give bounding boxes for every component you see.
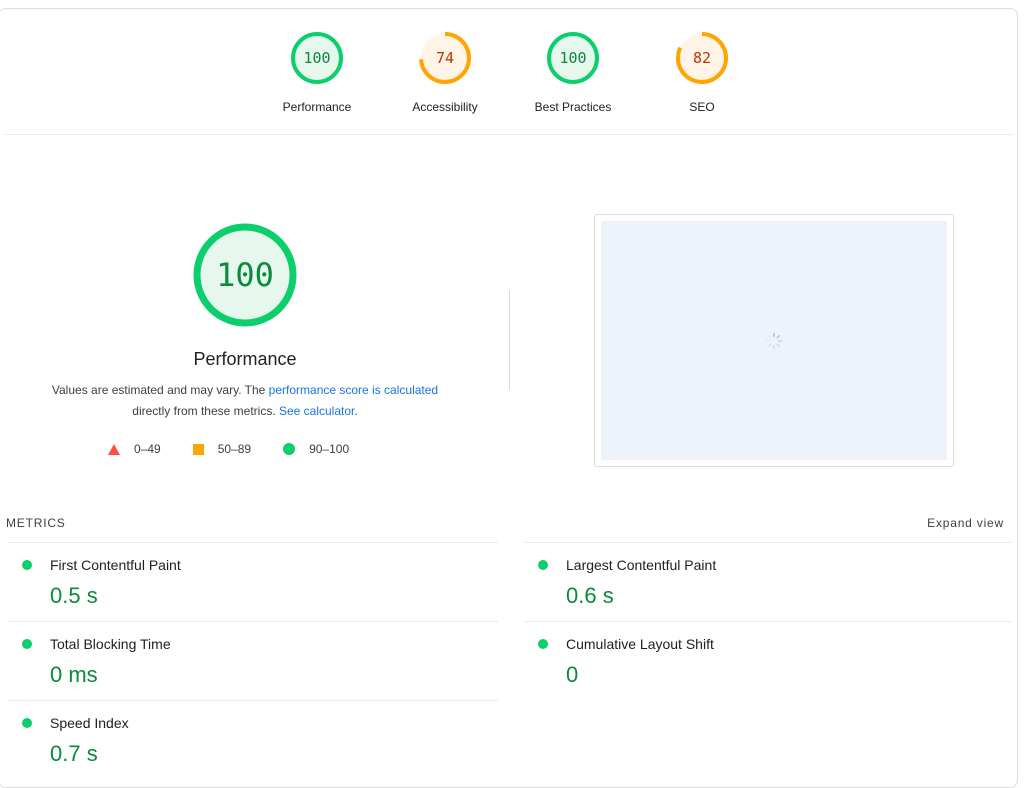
legend-average: 50–89	[192, 442, 252, 456]
performance-score-link[interactable]: performance score is calculated	[269, 383, 438, 397]
metric-title: Speed Index	[50, 715, 129, 731]
score-ring: 74	[419, 32, 471, 84]
gauge-label: SEO	[689, 100, 715, 114]
gauge-seo[interactable]: 82 SEO	[647, 30, 757, 114]
gauge-label: Best Practices	[534, 100, 612, 114]
score-ring: 82	[676, 32, 728, 84]
score-legend: 0–49 50–89 90–100	[108, 442, 381, 456]
legend-pass: 90–100	[283, 442, 349, 456]
spinner-icon	[765, 332, 783, 349]
metric-speed-index: Speed Index 0.7 s	[8, 700, 498, 779]
metric-title: Cumulative Layout Shift	[566, 636, 714, 652]
metric-value: 0.7 s	[50, 741, 98, 766]
screenshot-placeholder	[601, 221, 947, 460]
square-icon	[192, 443, 204, 455]
pass-circle-icon	[22, 560, 32, 570]
circle-icon	[283, 443, 296, 455]
performance-score-value: 100	[216, 256, 274, 294]
triangle-icon	[108, 443, 120, 455]
metric-largest-contentful-paint: Largest Contentful Paint 0.6 s	[524, 542, 1012, 621]
performance-score-gauge: 100	[193, 223, 297, 327]
category-gauges: 100 Performance 74 Accessibility 100 Bes…	[0, 30, 1024, 120]
metric-title: Largest Contentful Paint	[566, 557, 717, 573]
legend-range: 90–100	[309, 442, 350, 456]
score-ring: 100	[547, 32, 599, 84]
performance-description: Values are estimated and may vary. The p…	[0, 380, 490, 422]
pass-circle-icon	[22, 718, 32, 728]
svg-text:82: 82	[693, 49, 711, 67]
metrics-left-column: First Contentful Paint 0.5 s Total Block…	[8, 542, 498, 779]
pass-circle-icon	[22, 639, 32, 649]
divider	[5, 134, 1013, 135]
metric-value: 0	[566, 662, 579, 687]
gauge-label: Performance	[282, 100, 352, 114]
performance-summary: 100 Performance Values are estimated and…	[0, 220, 490, 422]
vertical-divider	[509, 290, 510, 390]
performance-title: Performance	[193, 349, 297, 369]
metric-title: First Contentful Paint	[50, 557, 181, 573]
svg-text:74: 74	[436, 49, 454, 67]
expand-view-toggle[interactable]: Expand view	[927, 516, 1004, 530]
pass-circle-icon	[538, 560, 548, 570]
svg-text:100: 100	[303, 49, 330, 67]
desc-text: .	[354, 404, 358, 418]
metric-first-contentful-paint: First Contentful Paint 0.5 s	[8, 542, 498, 621]
see-calculator-link[interactable]: See calculator	[279, 404, 354, 418]
metric-value: 0.6 s	[566, 583, 614, 608]
metric-total-blocking-time: Total Blocking Time 0 ms	[8, 621, 498, 700]
pass-circle-icon	[538, 639, 548, 649]
gauge-performance[interactable]: 100 Performance	[262, 30, 372, 114]
gauge-best-practices[interactable]: 100 Best Practices	[518, 30, 628, 114]
legend-range: 0–49	[134, 442, 161, 456]
svg-text:100: 100	[559, 49, 586, 67]
metrics-right-column: Largest Contentful Paint 0.6 s Cumulativ…	[524, 542, 1012, 700]
metric-title: Total Blocking Time	[50, 636, 171, 652]
desc-text: Values are estimated and may vary. The	[51, 383, 269, 397]
metric-value: 0 ms	[50, 662, 98, 687]
legend-fail: 0–49	[108, 442, 161, 456]
legend-range: 50–89	[217, 442, 252, 456]
score-ring: 100	[291, 32, 343, 84]
metric-value: 0.5 s	[50, 583, 98, 608]
gauge-label: Accessibility	[412, 100, 478, 114]
final-screenshot[interactable]	[594, 214, 954, 467]
gauge-accessibility[interactable]: 74 Accessibility	[390, 30, 500, 114]
metrics-heading: METRICS	[6, 516, 66, 530]
metric-cumulative-layout-shift: Cumulative Layout Shift 0	[524, 621, 1012, 700]
desc-text: directly from these metrics.	[132, 404, 279, 418]
